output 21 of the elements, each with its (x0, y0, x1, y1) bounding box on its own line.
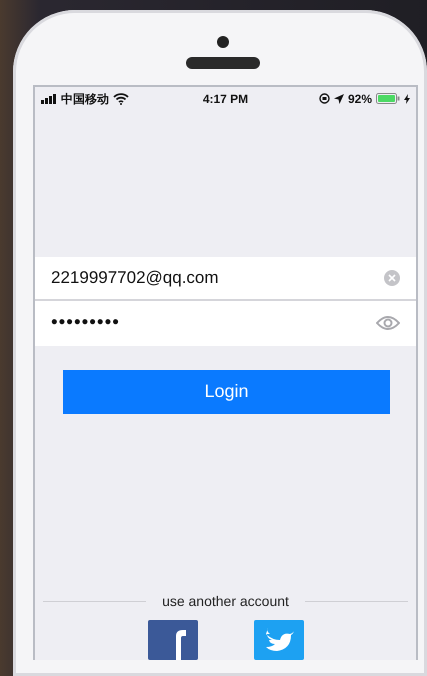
alternate-login-label: use another account (162, 592, 289, 612)
signal-icon (41, 94, 57, 104)
speaker-icon (186, 57, 260, 69)
login-button[interactable]: Login (63, 370, 390, 414)
eye-icon[interactable] (376, 315, 400, 332)
battery-percentage: 92% (348, 90, 372, 108)
carrier-name: 中国移动 (61, 90, 109, 108)
charging-bolt-icon (404, 94, 410, 104)
rotation-lock-icon (318, 93, 330, 104)
wifi-icon (113, 92, 129, 105)
email-field[interactable]: 2219997702@qq.com (35, 257, 416, 302)
password-value: ••••••••• (51, 311, 120, 336)
letter-f-icon[interactable] (148, 620, 198, 660)
clear-icon[interactable] (384, 270, 400, 286)
email-value: 2219997702@qq.com (51, 267, 219, 290)
clock-time: 4:17 PM (202, 92, 248, 106)
battery-icon (376, 93, 400, 104)
location-arrow-icon (334, 94, 344, 104)
password-field[interactable]: ••••••••• (35, 301, 416, 346)
camera-icon (217, 36, 229, 48)
bird-icon[interactable] (254, 620, 304, 660)
